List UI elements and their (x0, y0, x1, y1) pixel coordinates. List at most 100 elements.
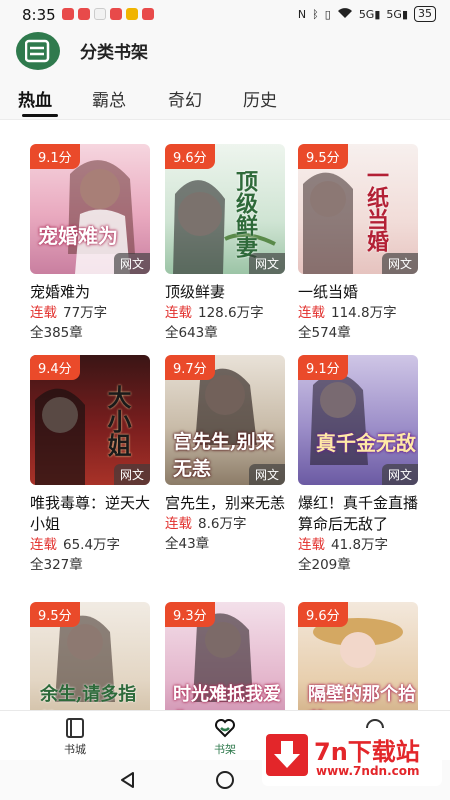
notification-icons (62, 8, 154, 20)
book-card[interactable]: 一纸当婚 9.5分 网文 一纸当婚 连载 114.8万字 全574章 (298, 144, 418, 343)
battery-icon: 35 (414, 6, 436, 22)
book-cover[interactable]: 宠婚难为 9.1分 网文 (30, 144, 150, 274)
nav-label: 书架 (214, 743, 236, 756)
book-meta: 连载 41.8万字 (298, 535, 418, 555)
score-badge: 9.5分 (30, 602, 80, 627)
heart-icon (215, 719, 235, 738)
signal-label: 5G (358, 7, 375, 21)
cover-title: 一纸当婚 (363, 164, 389, 252)
back-icon[interactable] (118, 770, 138, 790)
score-badge: 9.7分 (165, 355, 215, 380)
signal-icon: 5G▮ (358, 7, 381, 21)
signal-icon: 5G▮ (386, 7, 408, 21)
genre-tag: 网文 (381, 253, 418, 274)
notification-icon (62, 8, 74, 20)
book-cover[interactable]: 真千金无敌 9.1分 网文 (298, 355, 418, 485)
vibrate-icon: ▯ (324, 7, 331, 21)
nav-book-city[interactable]: 书城 (45, 717, 105, 757)
notification-icon (142, 8, 154, 20)
book-cover[interactable]: 顶级鲜妻 9.6分 网文 (165, 144, 285, 274)
cover-title: 宠婚难为 (38, 224, 118, 248)
download-icon (266, 734, 308, 776)
book-card[interactable]: 大小姐 9.4分 网文 唯我毒尊：逆天大小姐 连载 65.4万字 全327章 (30, 355, 150, 575)
book-status: 连载 (298, 305, 325, 321)
book-words: 77万字 (63, 305, 108, 321)
book-status: 连载 (165, 516, 192, 532)
watermark: 7n下载站 www.7ndn.com (262, 728, 442, 786)
cover-title: 顶级鲜妻 (232, 170, 258, 258)
book-card[interactable]: 隔壁的那个拾荒 9.6分 (298, 602, 418, 710)
home-icon[interactable] (215, 770, 235, 790)
book-title: 爆红！真千金直播算命后无敌了 (298, 494, 419, 533)
nfc-icon: N (297, 7, 307, 21)
book-card[interactable]: 顶级鲜妻 9.6分 网文 顶级鲜妻 连载 128.6万字 全643章 (165, 144, 285, 343)
score-badge: 9.6分 (165, 144, 215, 169)
book-title: 顶级鲜妻 (165, 283, 226, 301)
system-status: N ᛒ ▯ 5G▮ 5G▮ 35 (298, 6, 436, 22)
book-meta: 连载 77万字 (30, 303, 150, 323)
tab-lishi[interactable]: 历史 (243, 86, 277, 111)
book-words: 114.8万字 (331, 305, 397, 321)
cover-title: 真千金无敌 (316, 431, 416, 455)
genre-tag: 网文 (248, 253, 285, 274)
book-cover[interactable]: 大小姐 9.4分 网文 (30, 355, 150, 485)
cover-title: 时光难抵我爱你 (173, 684, 281, 705)
score-badge: 9.4分 (30, 355, 80, 380)
cover-title: 隔壁的那个拾荒 (308, 684, 416, 705)
tab-bazong[interactable]: 霸总 (92, 86, 126, 111)
book-card[interactable]: 时光难抵我爱你 9.3分 (165, 602, 285, 710)
book-words: 128.6万字 (198, 305, 264, 321)
book-title: 唯我毒尊：逆天大小姐 (30, 494, 151, 533)
book-status: 连载 (30, 537, 57, 553)
book-city-icon (66, 718, 84, 738)
notification-icon (78, 8, 90, 20)
tab-qihuan[interactable]: 奇幻 (168, 86, 202, 111)
book-card[interactable]: 宫先生,别来无恙 9.7分 网文 宫先生，别来无恙 连载 8.6万字 全43章 (165, 355, 285, 554)
status-time: 8:35 (22, 6, 56, 24)
score-badge: 9.1分 (30, 144, 80, 169)
notification-icon (126, 8, 138, 20)
book-cover[interactable]: 一纸当婚 9.5分 网文 (298, 144, 418, 274)
book-chapters: 全43章 (165, 536, 210, 552)
category-tabs: 热血 霸总 奇幻 历史 (0, 72, 450, 120)
battery-level: 35 (418, 7, 432, 20)
book-chapters: 全574章 (298, 325, 351, 341)
book-words: 65.4万字 (63, 537, 121, 553)
status-bar: 8:35 N ᛒ ▯ 5G▮ 5G▮ 35 (0, 0, 450, 30)
active-tab-indicator (22, 114, 58, 117)
book-cover[interactable]: 时光难抵我爱你 9.3分 (165, 602, 285, 710)
tab-rexue[interactable]: 热血 (18, 86, 52, 111)
app-logo-icon[interactable] (16, 32, 60, 70)
notification-icon (110, 8, 122, 20)
book-card[interactable]: 宠婚难为 9.1分 网文 宠婚难为 连载 77万字 全385章 (30, 144, 150, 343)
book-card[interactable]: 真千金无敌 9.1分 网文 爆红！真千金直播算命后无敌了 连载 41.8万字 全2… (298, 355, 418, 575)
score-badge: 9.1分 (298, 355, 348, 380)
book-title: 宫先生，别来无恙 (165, 494, 286, 512)
book-title: 一纸当婚 (298, 283, 359, 301)
book-meta: 连载 128.6万字 (165, 303, 285, 323)
book-cover[interactable]: 宫先生,别来无恙 9.7分 网文 (165, 355, 285, 485)
book-meta: 连载 114.8万字 (298, 303, 418, 323)
book-chapters: 全643章 (165, 325, 218, 341)
watermark-brand: 7n下载站 (314, 738, 420, 766)
book-card[interactable]: 余生,请多指教 9.5分 (30, 602, 150, 710)
notification-icon (94, 8, 106, 20)
nav-bookshelf[interactable]: 书架 (195, 717, 255, 757)
nav-label: 书城 (64, 743, 86, 756)
watermark-url: www.7ndn.com (316, 764, 420, 778)
score-badge: 9.3分 (165, 602, 215, 627)
book-title: 宠婚难为 (30, 283, 91, 301)
cover-title: 大小姐 (103, 385, 132, 457)
score-badge: 9.6分 (298, 602, 348, 627)
book-meta: 连载 8.6万字 (165, 514, 285, 534)
book-words: 41.8万字 (331, 537, 389, 553)
book-cover[interactable]: 隔壁的那个拾荒 9.6分 (298, 602, 418, 710)
cover-title: 余生,请多指教 (40, 684, 137, 705)
book-grid: 宠婚难为 9.1分 网文 宠婚难为 连载 77万字 全385章 顶级鲜妻 9.6分… (0, 120, 450, 710)
book-cover[interactable]: 余生,请多指教 9.5分 (30, 602, 150, 710)
genre-tag: 网文 (248, 464, 285, 485)
genre-tag: 网文 (113, 464, 150, 485)
book-meta: 连载 65.4万字 (30, 535, 150, 555)
book-status: 连载 (298, 537, 325, 553)
book-status: 连载 (165, 305, 192, 321)
